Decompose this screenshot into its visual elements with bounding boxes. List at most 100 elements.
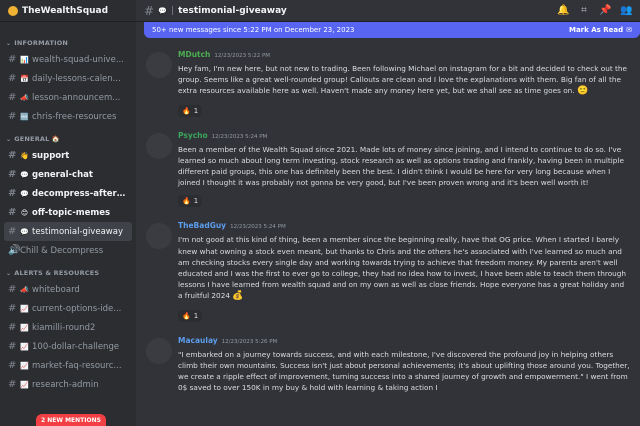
mark-as-read-label: Mark As Read (568, 26, 624, 34)
message-content: Been a member of the Wealth Squad since … (178, 144, 630, 189)
category-label: GENERAL 🏠 (14, 135, 61, 143)
pin-icon[interactable]: 📌 (599, 5, 611, 16)
chevron-down-icon: ⌄ (6, 135, 12, 143)
channel-lesson-announcements[interactable]: # 📣 lesson-announcem... (4, 88, 132, 107)
channel-general-chat[interactable]: # 💬 general-chat (4, 165, 132, 184)
message-text: Hey fam, I'm new here, but not new to tr… (178, 64, 627, 96)
channel-sidebar: TheWealthSquad ⌄ INFORMATION # 📊 wealth-… (0, 0, 136, 426)
hash-icon: # (8, 379, 17, 390)
reaction-button[interactable]: 🔥 1 (178, 309, 203, 322)
server-header[interactable]: TheWealthSquad (0, 0, 136, 22)
fire-icon: 🔥 (182, 106, 191, 115)
hash-icon: # (8, 73, 17, 84)
channel-label: wealth-squad-unive... (32, 54, 124, 65)
channel-label: market-faq-resourc... (32, 360, 122, 371)
avatar[interactable] (146, 132, 172, 159)
reaction-button[interactable]: 🔥 1 (178, 195, 203, 208)
message-text: Been a member of the Wealth Squad since … (178, 144, 624, 188)
timestamp: 12/23/2023 5:22 PM (214, 53, 271, 59)
new-messages-bar[interactable]: 50+ new messages since 5:22 PM on Decemb… (144, 22, 640, 38)
channel-label: off-topic-memes (32, 207, 111, 218)
channel-whiteboard[interactable]: # 📣 whiteboard (4, 280, 132, 299)
message: TheBadGuy 12/23/2023 5:24 PM I'm not goo… (136, 221, 640, 322)
channel-market-faq-resources[interactable]: # 📈 market-faq-resourc... (4, 356, 132, 375)
channel-label: 100-dollar-challenge (32, 341, 120, 352)
hash-icon: # (8, 92, 17, 103)
category-information[interactable]: ⌄ INFORMATION (0, 36, 136, 50)
message: Psycho 12/23/2023 5:24 PM Been a member … (136, 131, 640, 208)
category-alerts-resources[interactable]: ⌄ ALERTS & RESOURCES (0, 266, 136, 280)
channel-research-admin[interactable]: # 📈 research-admin (4, 375, 132, 394)
header-toolbar: 🔔 ⌗ 📌 👥 (557, 5, 632, 16)
timestamp: 12/23/2023 5:24 PM (230, 224, 286, 231)
channel-label: testimonial-giveaway (32, 226, 123, 237)
channel-chris-free-resources[interactable]: # 🆓 chris-free-resources (4, 107, 132, 126)
chat-area: # 💬 | testimonial-giveaway 🔔 ⌗ 📌 👥 50+ n… (136, 0, 640, 426)
slightly-smiling-emoji: 🙂 (576, 86, 589, 97)
voice-channel-chill-decompress[interactable]: 🔊 Chill & Decompress (4, 241, 132, 260)
channel-emoji-icon: 📈 (20, 323, 29, 332)
channel-label: kiamilli-round2 (32, 322, 96, 333)
message-text: I'm not good at this kind of thing, been… (178, 235, 627, 301)
channel-support[interactable]: # 👋 support (4, 146, 132, 165)
channel-current-options-ideas[interactable]: # 📈 current-options-ide... (4, 299, 132, 318)
category-label: INFORMATION (14, 39, 69, 47)
threads-icon[interactable]: ⌗ (578, 5, 590, 16)
channel-label: chris-free-resources (32, 111, 117, 122)
channel-testimonial-giveaway[interactable]: # 💬 testimonial-giveaway (4, 222, 132, 241)
chevron-down-icon: ⌄ (6, 269, 12, 277)
channel-wealth-squad-university[interactable]: # 📊 wealth-squad-unive... (4, 50, 132, 69)
timestamp: 12/23/2023 5:24 PM (211, 133, 268, 140)
mark-as-read-button[interactable]: Mark As Read ✉ (569, 26, 632, 34)
hash-icon: # (8, 188, 17, 199)
new-messages-text: 50+ new messages since 5:22 PM on Decemb… (152, 26, 355, 34)
hash-icon: # (8, 360, 17, 371)
message: MDutch 12/23/2023 5:22 PM Hey fam, I'm n… (136, 50, 640, 117)
message-content: Hey fam, I'm new here, but not new to tr… (178, 63, 630, 98)
reaction-button[interactable]: 🔥 1 (178, 104, 203, 117)
author-name[interactable]: MDutch (178, 50, 210, 59)
channel-decompress-after-hours[interactable]: # 💬 decompress-after-... (4, 184, 132, 203)
category-general[interactable]: ⌄ GENERAL 🏠 (0, 132, 136, 146)
channel-emoji-icon: 💬 (158, 6, 167, 15)
server-logo-icon (8, 5, 18, 16)
avatar[interactable] (146, 223, 172, 250)
channel-off-topic-memes[interactable]: # 😊 off-topic-memes (4, 203, 132, 222)
channel-label: general-chat (32, 169, 93, 180)
channel-emoji-icon: 📈 (20, 304, 29, 313)
author-name[interactable]: Psycho (178, 131, 208, 140)
reaction-count: 1 (193, 106, 199, 115)
avatar[interactable] (146, 337, 172, 364)
channel-label: daily-lessons-calen... (32, 73, 121, 84)
hash-icon: # (8, 54, 17, 65)
hash-icon: # (8, 226, 17, 237)
separator: | (171, 5, 175, 16)
channel-emoji-icon: 📅 (20, 74, 29, 83)
author-name[interactable]: TheBadGuy (178, 221, 226, 230)
channel-emoji-icon: 👋 (20, 151, 29, 160)
reaction-count: 1 (193, 311, 199, 320)
channel-label: whiteboard (32, 284, 80, 295)
server-name: TheWealthSquad (22, 5, 109, 16)
message-text: "I embarked on a journey towards success… (178, 349, 630, 393)
mark-read-icon: ✉ (626, 26, 632, 34)
channel-daily-lessons-calendar[interactable]: # 📅 daily-lessons-calen... (4, 69, 132, 88)
channel-header: # 💬 | testimonial-giveaway 🔔 ⌗ 📌 👥 (136, 0, 640, 22)
author-name[interactable]: Macaulay (178, 336, 218, 345)
channel-100-dollar-challenge[interactable]: # 📈 100-dollar-challenge (4, 337, 132, 356)
speaker-icon: 🔊 (8, 245, 21, 256)
members-icon[interactable]: 👥 (620, 5, 632, 16)
channel-label: Chill & Decompress (20, 245, 104, 256)
channel-kiamilli-round2[interactable]: # 📈 kiamilli-round2 (4, 318, 132, 337)
channel-emoji-icon: 💬 (20, 170, 29, 179)
hash-icon: # (8, 169, 17, 180)
channel-emoji-icon: 😊 (20, 208, 29, 217)
hash-icon: # (8, 322, 17, 333)
new-mentions-badge[interactable]: 2 NEW MENTIONS (36, 414, 106, 426)
message: Macaulay 12/23/2023 5:26 PM "I embarked … (136, 336, 640, 394)
hash-icon: # (8, 284, 17, 295)
bell-icon[interactable]: 🔔 (557, 5, 569, 16)
avatar[interactable] (146, 52, 172, 78)
timestamp: 12/23/2023 5:26 PM (221, 338, 278, 345)
message-list: MDutch 12/23/2023 5:22 PM Hey fam, I'm n… (136, 38, 640, 426)
